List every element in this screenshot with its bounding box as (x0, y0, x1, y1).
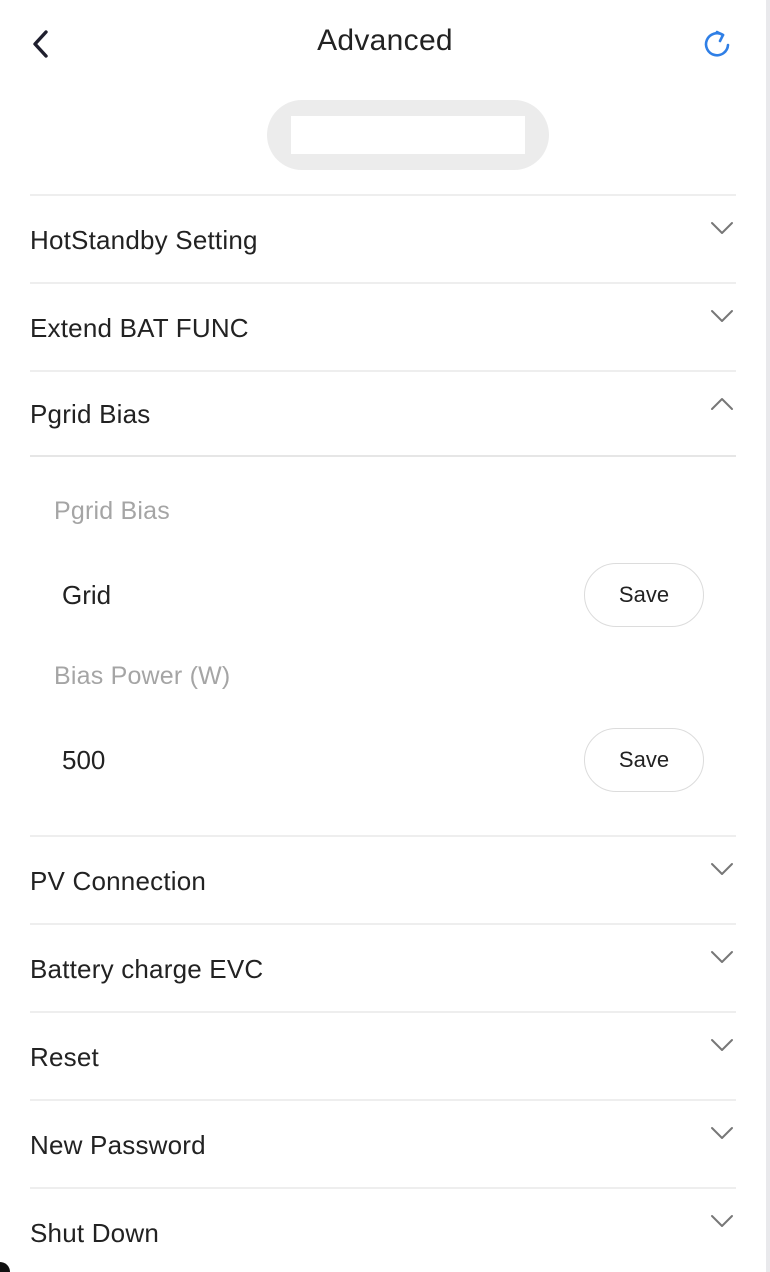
section-hotstandby-setting[interactable]: HotStandby Setting (30, 196, 736, 282)
section-pgrid-bias[interactable]: Pgrid Bias (30, 372, 736, 455)
chevron-down-icon (711, 1127, 733, 1139)
chevron-down-icon (711, 863, 733, 875)
chevron-up-icon (711, 398, 733, 410)
device-name-placeholder (291, 116, 525, 154)
window-corner (0, 1262, 10, 1272)
bias-power-input[interactable]: 500 (62, 745, 105, 776)
section-label: HotStandby Setting (30, 224, 258, 255)
header-bar: Advanced (0, 0, 770, 88)
section-label: Shut Down (30, 1217, 159, 1248)
section-label: Pgrid Bias (30, 399, 151, 429)
right-edge (766, 0, 770, 1272)
section-label: Battery charge EVC (30, 953, 264, 984)
section-label: Extend BAT FUNC (30, 312, 249, 343)
settings-list: HotStandby Setting Extend BAT FUNC Pgrid… (30, 194, 736, 1272)
chevron-down-icon (711, 951, 733, 963)
pgrid-bias-value[interactable]: Grid (62, 580, 111, 611)
section-label: PV Connection (30, 865, 207, 896)
section-battery-charge-evc[interactable]: Battery charge EVC (30, 925, 736, 1011)
pgrid-bias-label: Pgrid Bias (54, 497, 170, 525)
refresh-button[interactable] (699, 25, 737, 63)
chevron-down-icon (711, 1039, 733, 1051)
bias-power-label: Bias Power (W) (54, 662, 231, 690)
pgrid-bias-panel: Pgrid Bias Grid Save Bias Power (W) 500 … (30, 457, 736, 835)
section-reset[interactable]: Reset (30, 1013, 736, 1099)
device-selector[interactable] (267, 100, 549, 170)
advanced-settings-screen: Advanced HotStandby Setting Extend BAT F… (0, 0, 770, 1272)
save-bias-power-button[interactable]: Save (584, 728, 704, 792)
chevron-down-icon (711, 222, 733, 234)
save-pgrid-bias-button[interactable]: Save (584, 563, 704, 627)
page-title: Advanced (317, 24, 453, 57)
chevron-down-icon (711, 1215, 733, 1227)
chevron-down-icon (711, 310, 733, 322)
refresh-icon (704, 30, 730, 57)
section-new-password[interactable]: New Password (30, 1101, 736, 1187)
section-pv-connection[interactable]: PV Connection (30, 837, 736, 923)
section-extend-bat-func[interactable]: Extend BAT FUNC (30, 284, 736, 370)
section-label: New Password (30, 1129, 206, 1160)
section-label: Reset (30, 1041, 99, 1072)
section-shut-down[interactable]: Shut Down (30, 1189, 736, 1272)
